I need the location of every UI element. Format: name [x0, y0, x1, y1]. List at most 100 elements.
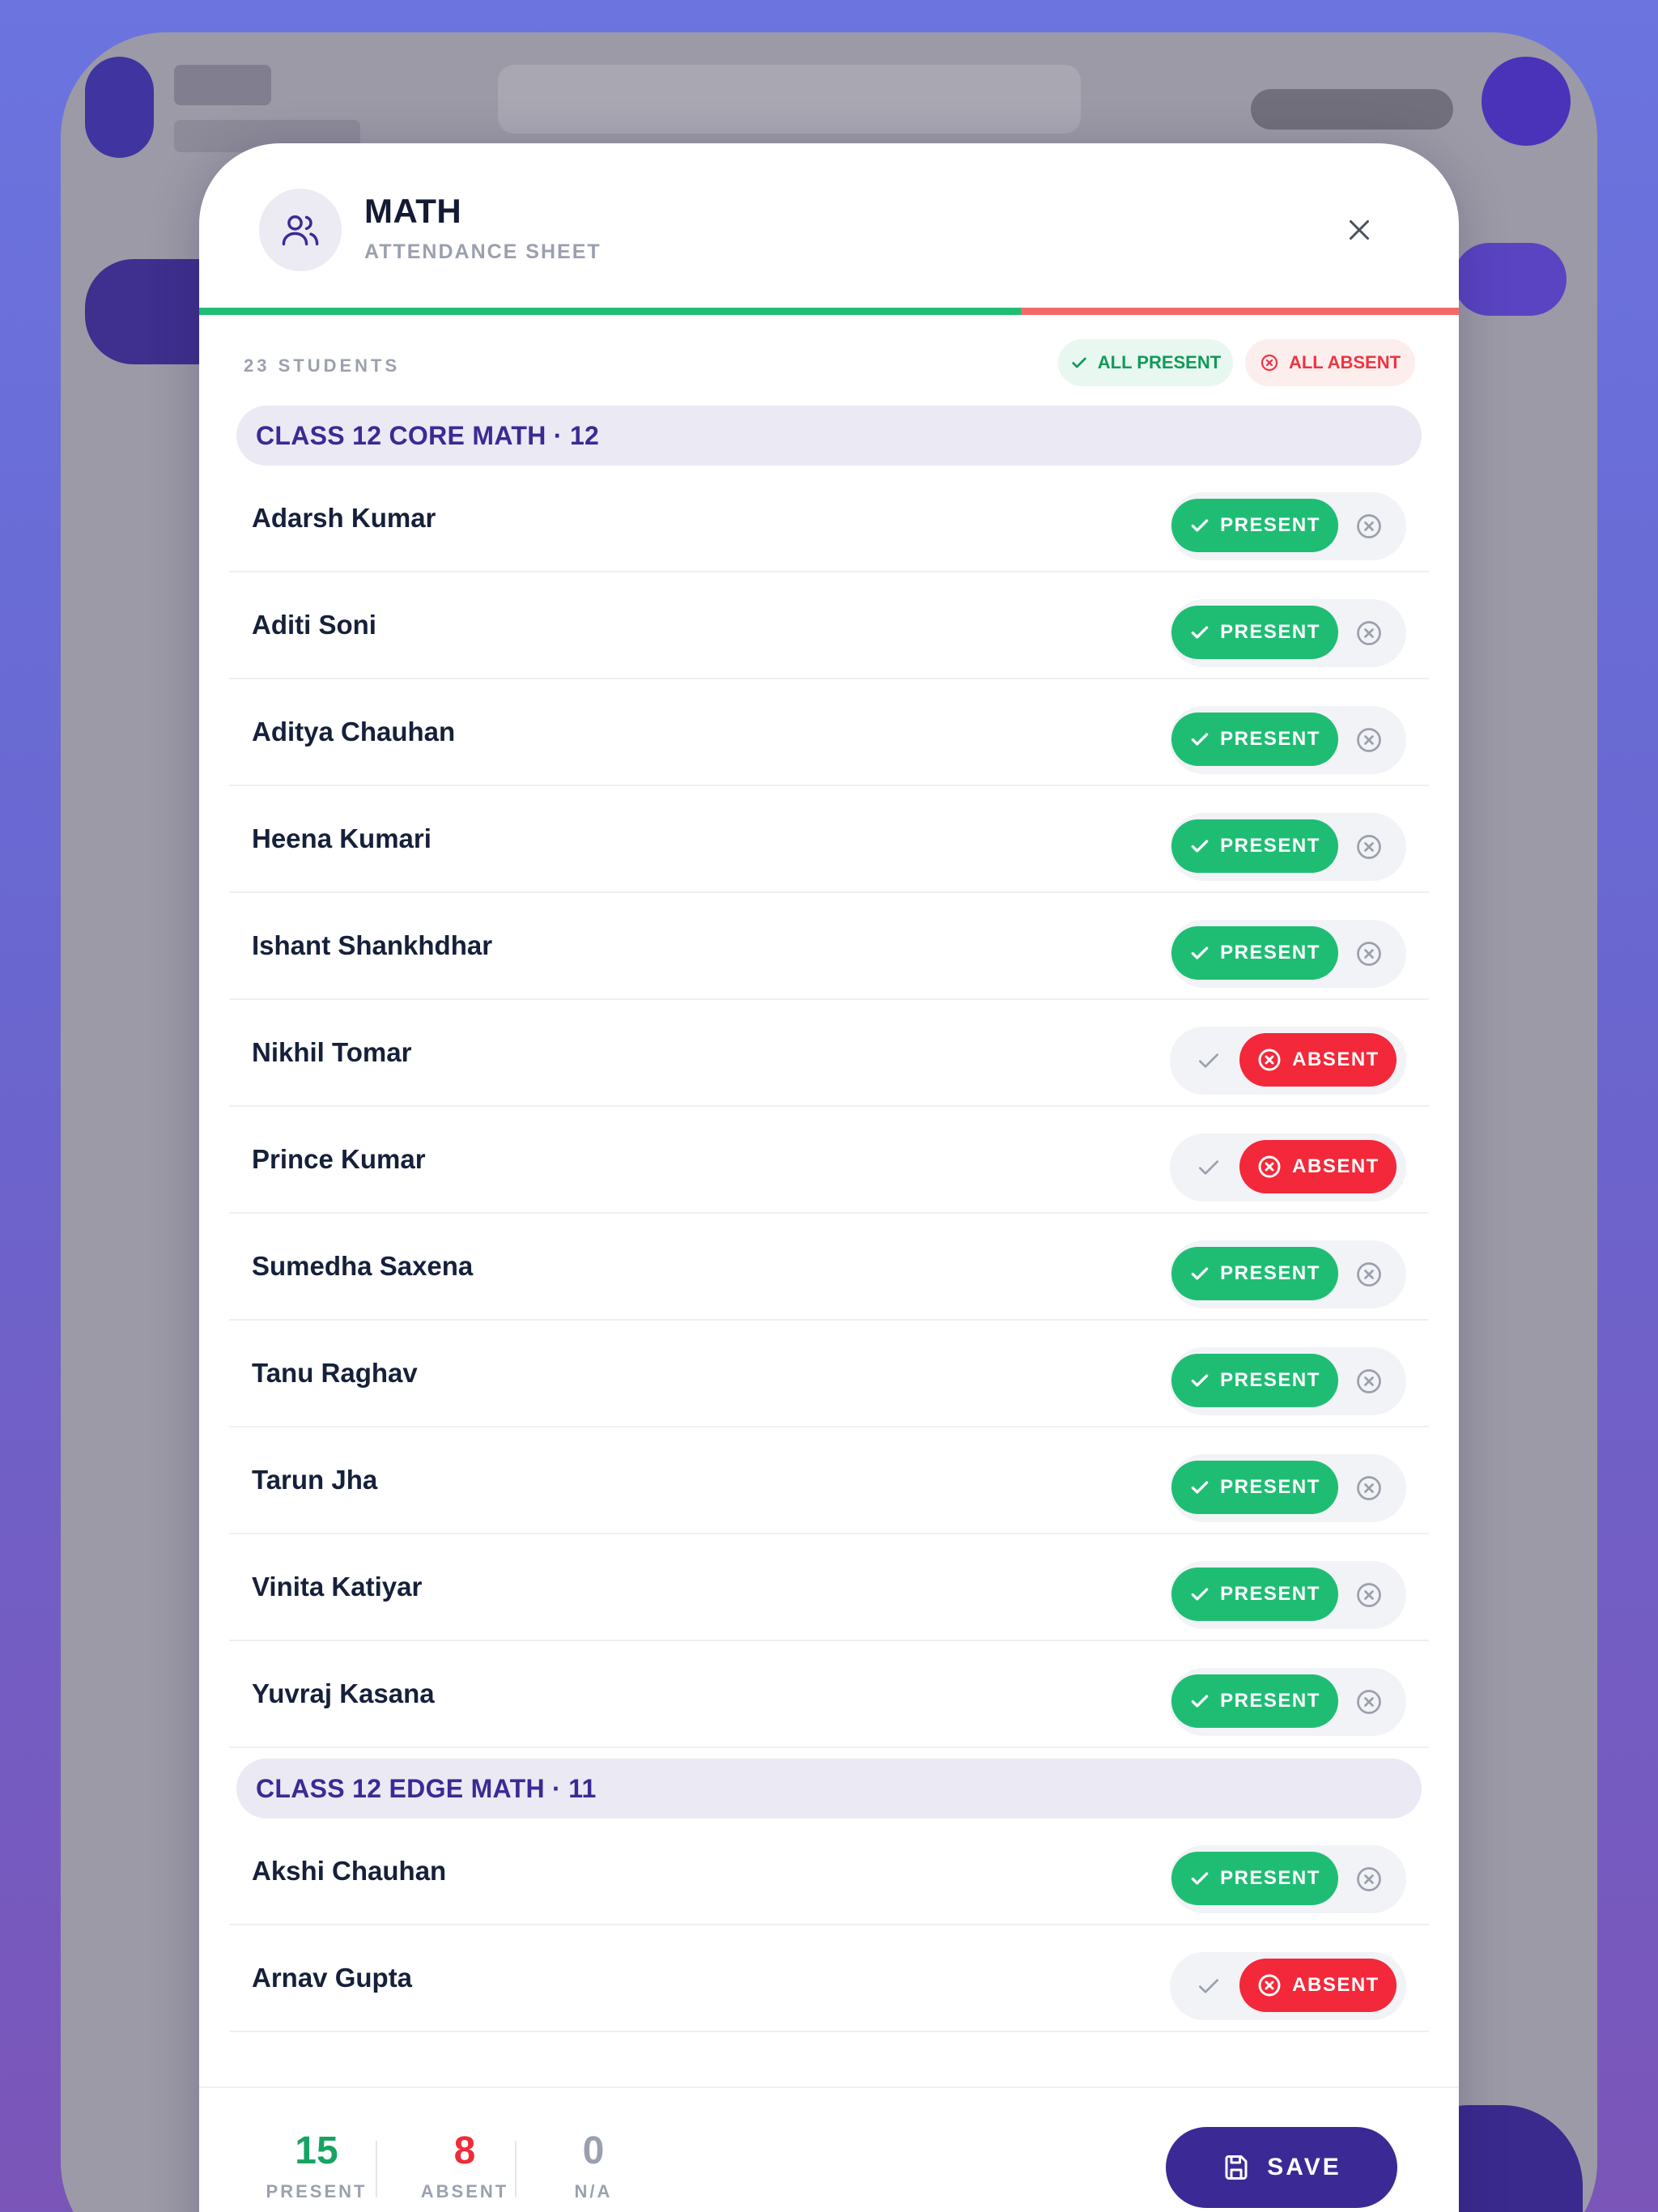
- x-circle-icon: [1357, 835, 1381, 859]
- present-segment[interactable]: PRESENT: [1171, 1247, 1338, 1300]
- check-icon: [1199, 1053, 1218, 1068]
- na-stat: 0 N/A: [545, 2129, 642, 2202]
- present-segment[interactable]: PRESENT: [1171, 713, 1338, 766]
- x-circle-icon: [1258, 1049, 1281, 1071]
- close-icon: [1350, 220, 1369, 240]
- mark-all-absent-button[interactable]: ALL ABSENT: [1245, 339, 1415, 386]
- present-segment[interactable]: PRESENT: [1171, 1852, 1338, 1905]
- present-label: PRESENT: [1220, 1867, 1320, 1889]
- absent-label: ABSENT: [1292, 1974, 1380, 1996]
- attendance-toggle[interactable]: PRESENTABSENT: [1170, 1347, 1406, 1415]
- x-circle-icon: [1357, 1476, 1381, 1500]
- mark-absent-button[interactable]: [1354, 832, 1384, 861]
- close-button[interactable]: [1339, 210, 1380, 250]
- student-name: Prince Kumar: [252, 1144, 426, 1174]
- check-icon: [1191, 840, 1209, 853]
- check-icon: [1191, 1695, 1209, 1708]
- attendance-toggle[interactable]: PRESENTABSENT: [1170, 1668, 1406, 1736]
- mark-absent-button[interactable]: [1354, 725, 1384, 755]
- mark-all-present-button[interactable]: ALL PRESENT: [1058, 339, 1233, 386]
- present-segment[interactable]: PRESENT: [1171, 499, 1338, 552]
- student-name: Ishant Shankhdhar: [252, 930, 493, 960]
- modal-subtitle: ATTENDANCE SHEET: [364, 240, 602, 263]
- attendance-toggle[interactable]: PRESENTABSENT: [1170, 492, 1406, 560]
- mark-all-present-label: ALL PRESENT: [1097, 352, 1222, 372]
- x-circle-icon: [1261, 354, 1278, 372]
- attendance-toggle[interactable]: PRESENTABSENT: [1170, 1454, 1406, 1522]
- present-segment[interactable]: PRESENT: [1171, 926, 1338, 980]
- mark-absent-button[interactable]: [1354, 619, 1384, 648]
- student-count: 23 STUDENTS: [244, 355, 401, 376]
- present-label: PRESENT: [1220, 728, 1320, 750]
- student-name: Vinita Katiyar: [252, 1572, 423, 1602]
- present-label: PRESENT: [1220, 621, 1320, 643]
- attendance-toggle[interactable]: PRESENTABSENT: [1170, 706, 1406, 774]
- check-icon: [1199, 1979, 1218, 1993]
- mark-absent-button[interactable]: [1354, 1260, 1384, 1289]
- absent-segment[interactable]: ABSENT: [1239, 1140, 1397, 1193]
- mark-present-button[interactable]: [1196, 1155, 1222, 1180]
- mark-absent-button[interactable]: [1354, 512, 1384, 541]
- present-segment[interactable]: PRESENT: [1171, 1568, 1338, 1621]
- student-name: Tarun Jha: [252, 1465, 378, 1495]
- background-avatar: [85, 57, 154, 158]
- check-icon: [1191, 519, 1209, 532]
- present-count: 15: [295, 2129, 338, 2172]
- mark-absent-button[interactable]: [1354, 1367, 1384, 1396]
- x-circle-icon: [1357, 1583, 1381, 1607]
- check-icon: [1191, 1481, 1209, 1494]
- mark-absent-button[interactable]: [1354, 939, 1384, 968]
- attendance-toggle[interactable]: PRESENTABSENT: [1170, 1240, 1406, 1308]
- present-label: PRESENT: [1220, 942, 1320, 963]
- student-row: Aditi Soni PRESENTABSENT: [229, 572, 1429, 679]
- absent-segment[interactable]: ABSENT: [1239, 1033, 1397, 1087]
- check-icon: [1191, 1872, 1209, 1885]
- student-row: Tarun Jha PRESENTABSENT: [229, 1427, 1429, 1534]
- check-icon: [1191, 1374, 1209, 1387]
- x-circle-icon: [1258, 1155, 1281, 1178]
- student-name: Nikhil Tomar: [252, 1037, 412, 1067]
- student-row: Arnav Gupta PRESENTABSENT: [229, 1925, 1429, 2032]
- save-icon: [1225, 2155, 1248, 2180]
- student-name: Adarsh Kumar: [252, 503, 436, 533]
- present-stat: 15 PRESENT: [256, 2129, 377, 2202]
- present-segment[interactable]: PRESENT: [1171, 1461, 1338, 1514]
- student-row: Nikhil Tomar PRESENTABSENT: [229, 1000, 1429, 1107]
- x-circle-icon: [1357, 1369, 1381, 1393]
- check-icon: [1191, 733, 1209, 746]
- attendance-toggle[interactable]: PRESENTABSENT: [1170, 813, 1406, 881]
- mark-absent-button[interactable]: [1354, 1865, 1384, 1894]
- mark-all-absent-label: ALL ABSENT: [1288, 352, 1401, 372]
- present-segment[interactable]: PRESENT: [1171, 606, 1338, 659]
- present-label: PRESENT: [1220, 1369, 1320, 1391]
- check-icon: [1191, 1588, 1209, 1601]
- attendance-toggle[interactable]: PRESENTABSENT: [1170, 1952, 1406, 2020]
- mark-present-button[interactable]: [1196, 1048, 1222, 1074]
- save-button[interactable]: SAVE: [1166, 2127, 1397, 2208]
- x-circle-icon: [1357, 942, 1381, 966]
- present-segment[interactable]: PRESENT: [1171, 819, 1338, 873]
- attendance-toggle[interactable]: PRESENTABSENT: [1170, 1845, 1406, 1913]
- users-icon: [259, 189, 342, 271]
- student-name: Heena Kumari: [252, 823, 432, 853]
- attendance-toggle[interactable]: PRESENTABSENT: [1170, 920, 1406, 988]
- present-segment[interactable]: PRESENT: [1171, 1674, 1338, 1728]
- present-label: PRESENT: [1220, 1690, 1320, 1712]
- attendance-toggle[interactable]: PRESENTABSENT: [1170, 1561, 1406, 1629]
- present-segment[interactable]: PRESENT: [1171, 1354, 1338, 1407]
- background-title: [174, 65, 271, 105]
- absent-segment[interactable]: ABSENT: [1239, 1959, 1397, 2012]
- absent-stat: 8 ABSENT: [404, 2129, 525, 2202]
- attendance-toggle[interactable]: PRESENTABSENT: [1170, 1027, 1406, 1095]
- attendance-toggle[interactable]: PRESENTABSENT: [1170, 1134, 1406, 1202]
- mark-absent-button[interactable]: [1354, 1580, 1384, 1610]
- mark-absent-button[interactable]: [1354, 1474, 1384, 1503]
- mark-absent-button[interactable]: [1354, 1687, 1384, 1716]
- modal-footer: 15 PRESENT 8 ABSENT 0 N/A SAVE: [199, 2087, 1459, 2212]
- mark-present-button[interactable]: [1196, 1973, 1222, 1999]
- student-row: Vinita Katiyar PRESENTABSENT: [229, 1534, 1429, 1641]
- attendance-toggle[interactable]: PRESENTABSENT: [1170, 599, 1406, 667]
- check-icon: [1072, 357, 1086, 368]
- present-label: PRESENT: [1220, 835, 1320, 857]
- absent-label: ABSENT: [1292, 1155, 1380, 1177]
